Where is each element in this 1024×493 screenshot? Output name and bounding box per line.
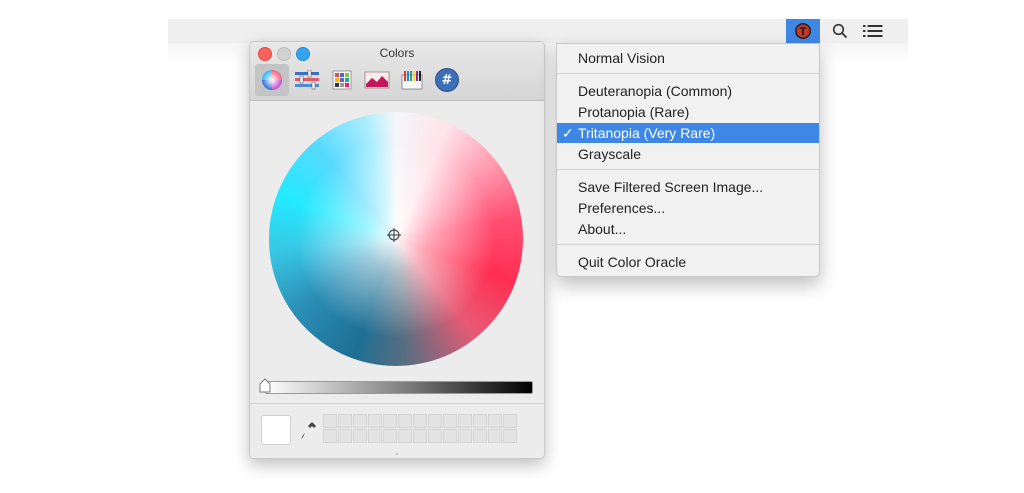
image-palettes-tab[interactable] <box>360 64 394 96</box>
menu-item-protanopia[interactable]: Protanopia (Rare) <box>557 102 819 122</box>
hex-tab[interactable]: # <box>430 64 464 96</box>
swatch-cell[interactable] <box>323 429 337 443</box>
menu-item-quit[interactable]: Quit Color Oracle <box>557 252 819 272</box>
swatch-cell[interactable] <box>443 414 457 428</box>
swatch-cell[interactable] <box>503 414 517 428</box>
menu-item-label: Deuteranopia (Common) <box>578 83 733 99</box>
swatch-cell[interactable] <box>473 429 487 443</box>
color-wheel-tab[interactable] <box>255 64 289 96</box>
swatch-cell[interactable] <box>503 429 517 443</box>
resize-handle[interactable] <box>396 453 398 455</box>
menu-item-deuteranopia[interactable]: Deuteranopia (Common) <box>557 81 819 101</box>
menu-separator <box>557 73 819 74</box>
brightness-slider[interactable] <box>265 381 533 394</box>
swatch-grid <box>323 414 517 443</box>
image-palettes-icon <box>364 71 390 89</box>
color-palettes-icon <box>332 70 352 90</box>
brightness-slider-knob[interactable] <box>259 378 271 393</box>
swatch-cell[interactable] <box>428 414 442 428</box>
menu-item-grayscale[interactable]: Grayscale <box>557 144 819 164</box>
swatch-cell[interactable] <box>398 414 412 428</box>
swatch-cell[interactable] <box>383 429 397 443</box>
swatch-cell[interactable] <box>458 429 472 443</box>
selected-color-swatch[interactable] <box>261 415 291 445</box>
menu-item-label: Preferences... <box>578 200 666 216</box>
color-sliders-icon <box>295 70 319 90</box>
panel-titlebar: Colors # <box>250 42 544 101</box>
app-icon-letter: T <box>800 26 807 38</box>
swatch-cell[interactable] <box>398 429 412 443</box>
swatch-cell[interactable] <box>458 414 472 428</box>
swatch-cell[interactable] <box>353 429 367 443</box>
swatch-area <box>250 403 544 458</box>
color-palettes-tab[interactable] <box>325 64 359 96</box>
swatch-cell[interactable] <box>443 429 457 443</box>
panel-title: Colors <box>379 46 415 60</box>
swatch-cell[interactable] <box>323 414 337 428</box>
color-sliders-tab[interactable] <box>290 64 324 96</box>
swatch-cell[interactable] <box>383 414 397 428</box>
crayons-icon <box>401 71 423 90</box>
color-oracle-menu: Normal Vision Deuteranopia (Common) Prot… <box>556 43 820 277</box>
list-icon[interactable] <box>858 19 888 43</box>
menu-item-normal-vision[interactable]: Normal Vision <box>557 48 819 68</box>
menu-item-label: Quit Color Oracle <box>578 254 687 270</box>
colors-panel: Colors # <box>249 41 545 459</box>
swatch-cell[interactable] <box>413 414 427 428</box>
hex-icon: # <box>435 68 459 92</box>
swatch-cell[interactable] <box>428 429 442 443</box>
search-icon[interactable] <box>828 19 852 43</box>
swatch-cell[interactable] <box>338 429 352 443</box>
color-oracle-app-icon[interactable]: T <box>786 19 820 43</box>
menu-item-tritanopia[interactable]: ✓ Tritanopia (Very Rare) <box>557 123 819 143</box>
checkmark-icon: ✓ <box>562 125 574 141</box>
swatch-cell[interactable] <box>473 414 487 428</box>
menu-item-label: Grayscale <box>578 146 642 162</box>
menu-item-label: Protanopia (Rare) <box>578 104 690 120</box>
crayons-tab[interactable] <box>395 64 429 96</box>
color-wheel-area <box>250 101 544 403</box>
swatch-cell[interactable] <box>368 429 382 443</box>
hex-glyph: # <box>441 72 453 88</box>
menu-separator <box>557 244 819 245</box>
menu-item-about[interactable]: About... <box>557 219 819 239</box>
swatch-cell[interactable] <box>353 414 367 428</box>
swatch-cell[interactable] <box>488 429 502 443</box>
menu-item-label: Tritanopia (Very Rare) <box>578 125 716 141</box>
menu-item-label: Save Filtered Screen Image... <box>578 179 764 195</box>
menu-item-label: About... <box>578 221 627 237</box>
crosshair-icon[interactable] <box>387 228 401 242</box>
swatch-cell[interactable] <box>368 414 382 428</box>
swatch-cell[interactable] <box>488 414 502 428</box>
swatch-cell[interactable] <box>413 429 427 443</box>
menu-item-save-filtered-image[interactable]: Save Filtered Screen Image... <box>557 177 819 197</box>
menu-separator <box>557 169 819 170</box>
menu-item-preferences[interactable]: Preferences... <box>557 198 819 218</box>
swatch-cell[interactable] <box>338 414 352 428</box>
eyedropper-icon[interactable] <box>300 420 318 440</box>
color-wheel-icon <box>262 70 282 90</box>
menu-item-label: Normal Vision <box>578 50 665 66</box>
